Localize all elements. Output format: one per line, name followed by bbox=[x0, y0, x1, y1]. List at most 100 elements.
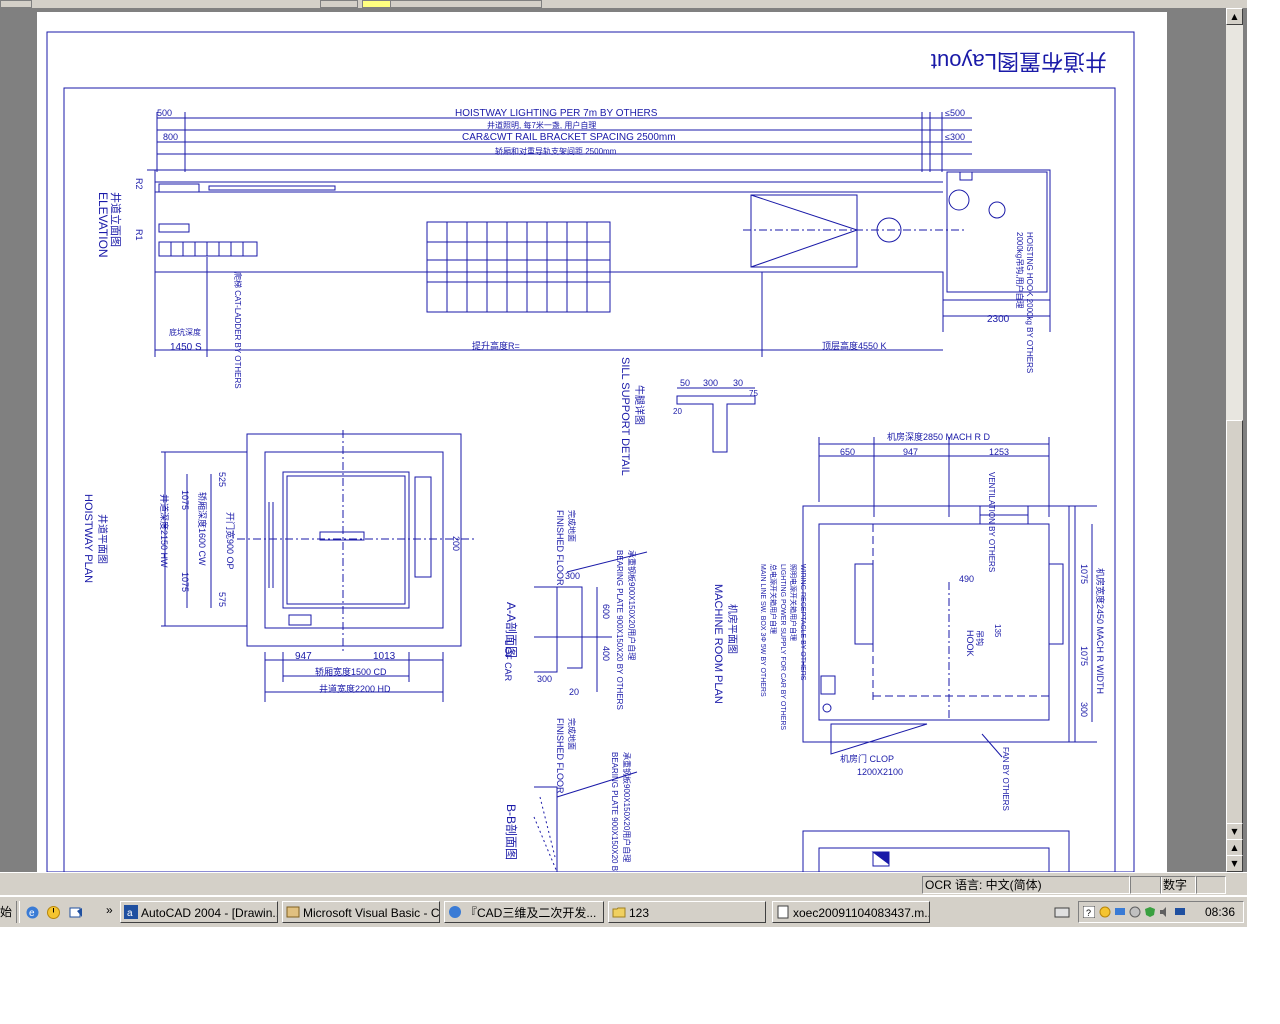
taskbar-item-folder[interactable]: 123 bbox=[608, 901, 766, 923]
svg-text:200: 200 bbox=[451, 536, 461, 551]
svg-text:400: 400 bbox=[601, 646, 611, 661]
start-button[interactable]: 始 bbox=[0, 901, 12, 923]
svg-text:井道宽度2200 HD: 井道宽度2200 HD bbox=[319, 683, 391, 694]
svg-text:FINISHED FLOOR: FINISHED FLOOR bbox=[555, 510, 565, 586]
sill-detail: 50 300 30 75 20 bbox=[673, 378, 758, 453]
hoisting-hook-text: HOISTING HOOK 2000kg BY OTHERS bbox=[1025, 232, 1034, 373]
svg-text:300: 300 bbox=[1079, 702, 1089, 717]
top-toolbar-strip bbox=[0, 0, 1247, 9]
monitor-icon[interactable] bbox=[1174, 906, 1186, 918]
toolbar-button[interactable] bbox=[0, 0, 32, 8]
rail-bracket-text: CAR&CWT RAIL BRACKET SPACING 2500mm bbox=[462, 132, 676, 143]
svg-text:承重钢板900X150X20用户自理: 承重钢板900X150X20用户自理 bbox=[627, 550, 637, 660]
svg-text:FINISHED FLOOR: FINISHED FLOOR bbox=[555, 718, 565, 794]
clock-app-icon[interactable] bbox=[1099, 906, 1111, 918]
svg-text:30: 30 bbox=[733, 378, 743, 388]
next-page-button[interactable]: ▼ bbox=[1226, 855, 1243, 872]
shield-icon[interactable] bbox=[1144, 906, 1156, 918]
taskbar-clock[interactable]: 08:36 bbox=[1205, 905, 1235, 919]
internet-explorer-icon[interactable]: e bbox=[25, 905, 40, 920]
section-bb-label: B-B剖面图 bbox=[504, 804, 518, 860]
svg-text:WIRING RECEPTACLE BY OTHERS: WIRING RECEPTACLE BY OTHERS bbox=[799, 564, 806, 681]
svg-text:承重钢板900X150X20用户自理: 承重钢板900X150X20用户自理 bbox=[622, 752, 632, 862]
svg-text:300: 300 bbox=[703, 378, 718, 388]
svg-text:575: 575 bbox=[217, 592, 227, 607]
internet-explorer-icon bbox=[449, 906, 461, 918]
dim-le500: ≤500 bbox=[945, 108, 965, 118]
dim-le300: ≤300 bbox=[945, 132, 965, 142]
scroll-up-button[interactable]: ▲ bbox=[1226, 8, 1243, 25]
num-lock-status: 数字 bbox=[1160, 876, 1196, 894]
svg-text:1013: 1013 bbox=[373, 651, 396, 662]
media-app-icon[interactable] bbox=[68, 905, 83, 920]
document-icon bbox=[777, 905, 789, 919]
scroll-down-button[interactable]: ▼ bbox=[1226, 823, 1243, 840]
sheet-title: 井道布置图Layout bbox=[931, 49, 1107, 74]
svg-text:L OF CAR: L OF CAR bbox=[503, 640, 513, 682]
hoistway-plan-label: HOISTWAY PLAN bbox=[82, 494, 94, 583]
label-r2: R2 bbox=[134, 178, 144, 190]
clock-app-icon[interactable] bbox=[46, 905, 61, 920]
svg-text:e: e bbox=[29, 908, 35, 919]
svg-text:50: 50 bbox=[680, 378, 690, 388]
vertical-scrollbar[interactable]: ▲ ▼ ▲ ▼ bbox=[1226, 8, 1243, 872]
svg-text:完成地面: 完成地面 bbox=[567, 718, 577, 750]
svg-text:20: 20 bbox=[569, 687, 579, 697]
scroll-thumb[interactable] bbox=[1226, 420, 1243, 834]
prev-page-button[interactable]: ▲ bbox=[1226, 839, 1243, 856]
volume-icon[interactable] bbox=[1159, 906, 1171, 918]
svg-text:600: 600 bbox=[601, 604, 611, 619]
keyboard-icon[interactable] bbox=[1054, 905, 1070, 919]
taskbar-item-autocad[interactable]: a AutoCAD 2004 - [Drawin... bbox=[120, 901, 278, 923]
hoistway-plan bbox=[161, 430, 477, 702]
taskbar-item-visual-basic[interactable]: Microsoft Visual Basic - C... bbox=[282, 901, 440, 923]
svg-text:LIGHTING POWER SUPPLY FOR CAR: LIGHTING POWER SUPPLY FOR CAR BY OTHERS bbox=[779, 564, 786, 730]
hoistway-plan-cn: 井道平面图 bbox=[96, 514, 109, 564]
svg-text:525: 525 bbox=[217, 472, 227, 487]
pit-depth-text: 底坑深度 bbox=[169, 327, 201, 337]
toolbar-button[interactable] bbox=[320, 0, 358, 8]
quicklaunch-chevron[interactable]: » bbox=[106, 903, 113, 917]
autocad-icon: a bbox=[124, 905, 138, 919]
system-tray: ? 08:36 bbox=[1078, 901, 1244, 923]
svg-text:?: ? bbox=[1086, 908, 1091, 918]
ventilation-text: VENTILATION BY OTHERS bbox=[987, 472, 996, 572]
svg-text:HOOK: HOOK bbox=[965, 630, 975, 657]
drawing-page: 井道布置图Layout 500 800 ≤500 ≤300 HOISTWAY L… bbox=[37, 12, 1167, 872]
svg-text:947: 947 bbox=[295, 651, 312, 662]
status-bar: OCR 语言: 中文(简体) 数字 bbox=[0, 872, 1247, 895]
rail-bracket-cn-text: 轿厢和对重导轨支架间距 2500mm bbox=[495, 146, 617, 156]
toolbar-button-highlight[interactable] bbox=[362, 0, 392, 8]
svg-text:75: 75 bbox=[749, 389, 758, 398]
svg-text:BEARING PLATE 900X150X20 BY OT: BEARING PLATE 900X150X20 BY OTHERS bbox=[610, 752, 619, 872]
svg-text:轿厢宽度1500 CD: 轿厢宽度1500 CD bbox=[315, 666, 387, 677]
toolbar-button[interactable] bbox=[390, 0, 542, 8]
dim-800: 800 bbox=[163, 132, 178, 142]
network-icon[interactable] bbox=[1114, 906, 1126, 918]
lighting-cn-text: 井道照明, 每7米一盏, 用户自理 bbox=[487, 120, 596, 130]
section-bb bbox=[533, 771, 638, 872]
status-cell bbox=[1130, 876, 1162, 894]
machine-room-plan bbox=[802, 437, 1097, 758]
machine-room-cn: 机房平面图 bbox=[726, 604, 739, 654]
svg-text:照明电源开关箱用户自理: 照明电源开关箱用户自理 bbox=[789, 564, 798, 641]
taskbar-item-browser[interactable]: 『CAD三维及二次开发... bbox=[444, 901, 604, 923]
label-r1: R1 bbox=[134, 229, 144, 241]
cad-drawing: 井道布置图Layout 500 800 ≤500 ≤300 HOISTWAY L… bbox=[46, 31, 1135, 872]
cd-icon[interactable] bbox=[1129, 906, 1141, 918]
dim-1450: 1450 S bbox=[170, 342, 202, 353]
machine-room-label: MACHINE ROOM PLAN bbox=[712, 584, 724, 704]
svg-text:1075: 1075 bbox=[1079, 646, 1089, 666]
mach-rd-text: 机房深度2850 MACH R D bbox=[887, 431, 991, 442]
hoisting-hook-cn: 2000kg吊钩,用户自理 bbox=[1015, 232, 1025, 308]
svg-text:轿厢深度1600 CW: 轿厢深度1600 CW bbox=[197, 492, 208, 566]
svg-text:1075: 1075 bbox=[1079, 564, 1089, 584]
overhead-text: 顶层高度4550 K bbox=[822, 340, 887, 351]
visual-basic-icon bbox=[286, 906, 300, 918]
elevation-label: ELEVATION bbox=[96, 192, 110, 258]
help-icon[interactable]: ? bbox=[1083, 906, 1095, 918]
svg-text:1075: 1075 bbox=[180, 572, 190, 592]
svg-text:300: 300 bbox=[537, 674, 552, 684]
dim-500: 500 bbox=[157, 108, 172, 118]
taskbar-item-document[interactable]: xoec20091104083437.m... bbox=[772, 901, 930, 923]
